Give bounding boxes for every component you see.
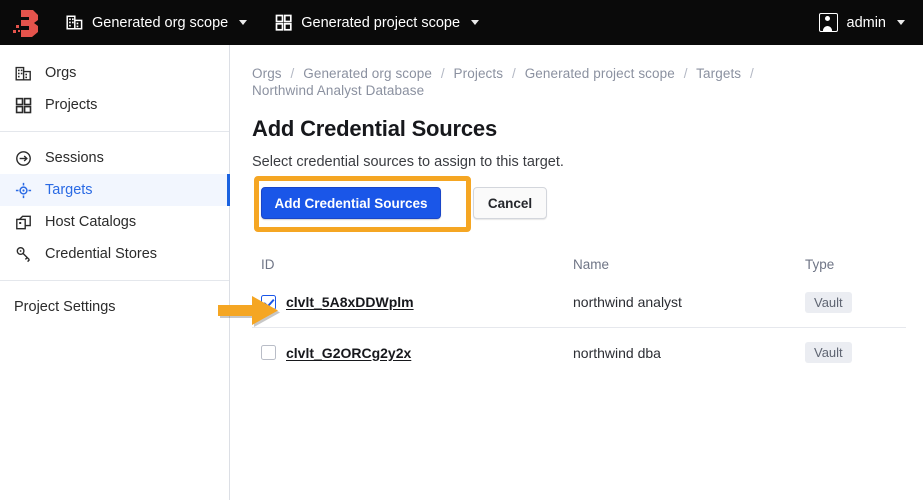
sidebar-divider [0, 280, 229, 281]
breadcrumb-separator: / [683, 66, 688, 81]
grid-icon [14, 96, 32, 114]
cell-id: clvlt_G2ORCg2y2x [261, 345, 573, 361]
breadcrumb-item-orgs[interactable]: Orgs [252, 66, 282, 81]
breadcrumb-separator: / [750, 66, 754, 81]
boundary-logo[interactable] [0, 0, 52, 45]
action-button-row: Add Credential Sources Cancel [252, 176, 923, 232]
user-menu-label: admin [846, 14, 887, 31]
table-row: clvlt_G2ORCg2y2x northwind dba Vault [252, 327, 906, 377]
breadcrumb: Orgs / Generated org scope / Projects / … [252, 65, 772, 99]
chevron-down-icon [897, 20, 905, 25]
credential-sources-table: ID Name Type clvlt_5A8xDDWplm northwind … [252, 251, 906, 377]
breadcrumb-item-org-scope[interactable]: Generated org scope [303, 66, 432, 81]
row-checkbox-unchecked[interactable] [261, 345, 276, 360]
credential-stores-icon [14, 245, 32, 263]
grid-icon [275, 14, 292, 31]
building-icon [14, 64, 32, 82]
sidebar-item-label: Project Settings [14, 299, 116, 315]
column-header-name: Name [573, 256, 610, 272]
host-catalogs-icon [14, 213, 32, 231]
sidebar-item-label: Orgs [45, 65, 77, 81]
user-avatar-icon [818, 13, 838, 32]
sidebar-item-label: Credential Stores [45, 246, 158, 262]
sidebar-item-label: Host Catalogs [45, 214, 137, 230]
breadcrumb-item-projects[interactable]: Projects [454, 66, 504, 81]
sidebar-item-credential-stores[interactable]: Credential Stores [0, 238, 229, 270]
cell-id: clvlt_5A8xDDWplm [261, 294, 573, 310]
main-content: Orgs / Generated org scope / Projects / … [231, 45, 923, 500]
type-badge: Vault [805, 342, 852, 363]
credential-source-id-link[interactable]: clvlt_G2ORCg2y2x [286, 345, 411, 361]
sidebar-divider [0, 131, 229, 132]
boundary-logo-icon [13, 9, 38, 37]
breadcrumb-separator: / [290, 66, 295, 81]
cell-type: Vault [805, 342, 905, 363]
project-scope-selector[interactable]: Generated project scope [261, 0, 493, 45]
user-menu[interactable]: admin [807, 0, 923, 45]
page-title: Add Credential Sources [252, 116, 497, 141]
building-icon [66, 14, 83, 31]
sidebar-item-label: Projects [45, 97, 98, 113]
sidebar-item-host-catalogs[interactable]: Host Catalogs [0, 206, 229, 238]
breadcrumb-separator: / [440, 66, 445, 81]
org-scope-selector[interactable]: Generated org scope [52, 0, 261, 45]
column-header-type: Type [805, 256, 835, 272]
cancel-button[interactable]: Cancel [473, 187, 547, 219]
cell-name: northwind analyst [573, 294, 682, 310]
add-credential-sources-button[interactable]: Add Credential Sources [261, 187, 441, 219]
table-row: clvlt_5A8xDDWplm northwind analyst Vault [252, 277, 906, 327]
top-navigation-bar: Generated org scope Generated project sc… [0, 0, 923, 45]
column-header-id: ID [261, 256, 275, 272]
target-crosshair-icon [14, 181, 32, 199]
breadcrumb-item-targets[interactable]: Targets [696, 66, 741, 81]
sidebar-item-label: Sessions [45, 150, 104, 166]
project-scope-label: Generated project scope [301, 14, 461, 31]
org-scope-label: Generated org scope [92, 14, 229, 31]
credential-source-id-link[interactable]: clvlt_5A8xDDWplm [286, 294, 414, 310]
cell-type: Vault [805, 291, 905, 313]
cell-name: northwind dba [573, 344, 661, 361]
breadcrumb-item-project-scope[interactable]: Generated project scope [525, 66, 675, 81]
type-badge: Vault [805, 291, 852, 313]
sidebar-item-sessions[interactable]: Sessions [0, 142, 229, 174]
table-header-row: ID Name Type [252, 251, 906, 277]
page-subtitle: Select credential sources to assign to t… [252, 154, 564, 170]
chevron-down-icon [239, 20, 248, 25]
sidebar: Orgs Projects Sessions Targets Host Cata… [0, 45, 230, 500]
breadcrumb-item-current: Northwind Analyst Database [252, 83, 425, 98]
sidebar-item-projects[interactable]: Projects [0, 89, 229, 121]
chevron-down-icon [471, 20, 480, 25]
session-arrow-icon [14, 149, 32, 167]
sidebar-item-label: Targets [45, 182, 93, 198]
sidebar-item-orgs[interactable]: Orgs [0, 57, 229, 89]
breadcrumb-separator: / [511, 66, 516, 81]
sidebar-item-targets[interactable]: Targets [0, 174, 230, 206]
row-checkbox-checked[interactable] [261, 294, 276, 310]
sidebar-item-project-settings[interactable]: Project Settings [0, 291, 229, 323]
